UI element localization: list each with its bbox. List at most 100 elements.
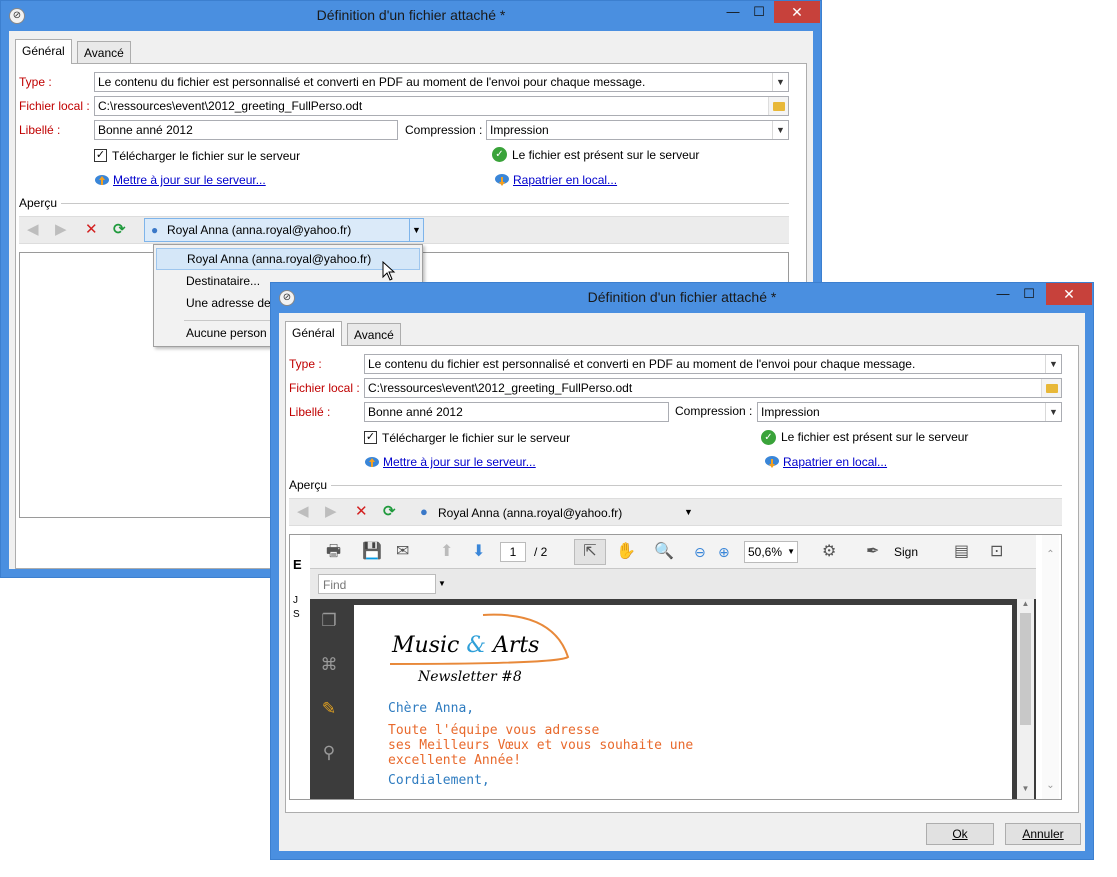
chevron-down-icon[interactable]: ▼ [772, 121, 788, 139]
update-server-link[interactable]: Mettre à jour sur le serveur... [113, 173, 266, 187]
arrow-right-icon[interactable]: ▶ [325, 504, 337, 520]
zoom-input[interactable]: 50,6% ▼ [744, 541, 798, 563]
type-select[interactable]: Le contenu du fichier est personnalisé e… [364, 354, 1062, 374]
compression-select[interactable]: Impression ▼ [757, 402, 1062, 422]
file-value: C:\ressources\event\2012_greeting_FullPe… [368, 381, 633, 395]
page-total: / 2 [534, 545, 548, 559]
minimize-button[interactable]: — [989, 283, 1017, 305]
page-down-icon[interactable]: ⬇ [472, 543, 485, 561]
page-up-icon[interactable]: ⬆ [440, 543, 453, 561]
compression-label: Compression : [675, 404, 753, 418]
ok-button[interactable]: Ok [926, 823, 994, 845]
save-icon[interactable]: 💾 [362, 543, 382, 561]
repatriate-link[interactable]: Rapatrier en local... [783, 455, 887, 469]
tab-general[interactable]: Général [285, 321, 342, 346]
email-icon[interactable]: ✉ [396, 543, 409, 561]
libelle-label: Libellé : [289, 405, 331, 419]
pdf-preview: E J S 🖶 💾 ✉ ⬆ ⬇ 1 / 2 ⇱ ✋ 🔍 ⊖ ⊕ 50,6% ▼ … [289, 534, 1062, 800]
zoom-in-icon[interactable]: ⊕ [718, 543, 730, 561]
tab-avance[interactable]: Avancé [77, 41, 131, 63]
chevron-down-icon[interactable]: ⌄ [1042, 780, 1059, 791]
cancel-button[interactable]: Annuler [1005, 823, 1081, 845]
attachment-icon[interactable]: ⚲ [318, 743, 340, 763]
file-value: C:\ressources\event\2012_greeting_FullPe… [98, 99, 363, 113]
fit-width-icon[interactable]: ▤ [954, 543, 969, 561]
scrollbar-thumb[interactable] [1020, 613, 1031, 725]
fragment-1: E [293, 557, 302, 572]
cloud-download-icon [495, 174, 509, 186]
chevron-down-icon[interactable]: ▼ [787, 542, 795, 562]
refresh-icon[interactable]: ⟳ [113, 222, 126, 238]
libelle-input[interactable]: Bonne anné 2012 [94, 120, 398, 140]
tools-icon[interactable]: ⚙ [822, 543, 836, 561]
brand-music: Music [392, 633, 460, 658]
minimize-button[interactable]: — [719, 1, 747, 23]
page-number-input[interactable]: 1 [500, 542, 526, 562]
upload-checkbox[interactable]: ✓ [94, 149, 107, 162]
libelle-input[interactable]: Bonne anné 2012 [364, 402, 669, 422]
type-select[interactable]: Le contenu du fichier est personnalisé e… [94, 72, 789, 92]
person-icon: ● [151, 223, 159, 237]
hand-tool-icon[interactable]: ✋ [616, 543, 636, 561]
compression-select[interactable]: Impression ▼ [486, 120, 789, 140]
find-placeholder: Find [323, 578, 347, 592]
menu-item-royal-anna[interactable]: Royal Anna (anna.royal@yahoo.fr) [156, 248, 420, 270]
delete-icon[interactable]: ✕ [355, 504, 368, 520]
fit-page-icon[interactable]: ⊡ [990, 543, 1003, 561]
file-input[interactable]: C:\ressources\event\2012_greeting_FullPe… [364, 378, 1062, 398]
zoom-out-icon[interactable]: ⊖ [694, 543, 706, 561]
update-server-link[interactable]: Mettre à jour sur le serveur... [383, 455, 536, 469]
chevron-down-icon[interactable]: ▼ [1017, 784, 1034, 793]
select-tool-icon[interactable]: ⇱ [574, 539, 606, 565]
chevron-down-icon[interactable]: ▼ [438, 579, 446, 588]
binoculars-icon[interactable]: ⌘ [318, 655, 340, 675]
find-input[interactable]: Find [318, 574, 436, 594]
close-button[interactable]: ✕ [774, 1, 820, 23]
chevron-down-icon[interactable]: ▼ [1045, 403, 1061, 421]
left-text-fragments: E J S [293, 543, 307, 633]
pdf-inner-scrollbar[interactable]: ▲ ▼ [1017, 599, 1034, 799]
refresh-icon[interactable]: ⟳ [383, 504, 396, 520]
upload-checkbox[interactable]: ✓ [364, 431, 377, 444]
chevron-down-icon[interactable]: ▼ [684, 507, 693, 517]
chevron-down-icon[interactable]: ▼ [1045, 355, 1061, 373]
tab-avance[interactable]: Avancé [347, 323, 401, 345]
print-icon[interactable]: 🖶 [326, 543, 341, 561]
titlebar[interactable]: ⊘ Définition d'un fichier attaché * — ☐ … [271, 283, 1093, 313]
close-button[interactable]: ✕ [1046, 283, 1092, 305]
recipient-value[interactable]: Royal Anna (anna.royal@yahoo.fr) [438, 506, 622, 520]
preview-scrollbar[interactable]: ⌃ ⌄ [1042, 535, 1059, 799]
dialog-title: Définition d'un fichier attaché * [316, 7, 506, 23]
dialog-client: Général Avancé Type : Le contenu du fich… [279, 313, 1085, 851]
tab-general[interactable]: Général [15, 39, 72, 64]
marquee-zoom-icon[interactable]: 🔍 [654, 543, 674, 561]
arrow-left-icon[interactable]: ◀ [27, 222, 39, 238]
check-circle-icon: ✓ [492, 147, 507, 162]
recipient-value: Royal Anna (anna.royal@yahoo.fr) [167, 223, 352, 237]
pages-icon[interactable]: ❐ [318, 611, 340, 631]
titlebar[interactable]: ⊘ Définition d'un fichier attaché * — ☐ … [1, 1, 821, 31]
comments-icon[interactable]: ✎ [318, 699, 340, 719]
maximize-button[interactable]: ☐ [745, 1, 773, 23]
arrow-left-icon[interactable]: ◀ [297, 504, 309, 520]
pen-icon[interactable]: ✒ [866, 543, 879, 561]
type-label: Type : [19, 75, 52, 89]
chevron-up-icon[interactable]: ▲ [1017, 599, 1034, 608]
sign-menu[interactable]: Sign [894, 545, 918, 559]
folder-icon[interactable] [768, 97, 788, 115]
recipient-combo[interactable]: ● Royal Anna (anna.royal@yahoo.fr) ▼ [144, 218, 424, 242]
dialog-title: Définition d'un fichier attaché * [587, 289, 777, 305]
delete-icon[interactable]: ✕ [85, 222, 98, 238]
folder-icon[interactable] [1041, 379, 1061, 397]
file-input[interactable]: C:\ressources\event\2012_greeting_FullPe… [94, 96, 789, 116]
chevron-up-icon[interactable]: ⌃ [1042, 549, 1059, 560]
type-value: Le contenu du fichier est personnalisé e… [98, 75, 646, 89]
arrow-right-icon[interactable]: ▶ [55, 222, 67, 238]
newsletter-brand: Music & Arts [392, 633, 539, 658]
upload-checkbox-label: Télécharger le fichier sur le serveur [112, 149, 301, 163]
repatriate-link[interactable]: Rapatrier en local... [513, 173, 617, 187]
chevron-down-icon[interactable]: ▼ [772, 73, 788, 91]
maximize-button[interactable]: ☐ [1015, 283, 1043, 305]
file-label: Fichier local : [19, 99, 90, 113]
chevron-down-icon[interactable]: ▼ [409, 219, 423, 241]
